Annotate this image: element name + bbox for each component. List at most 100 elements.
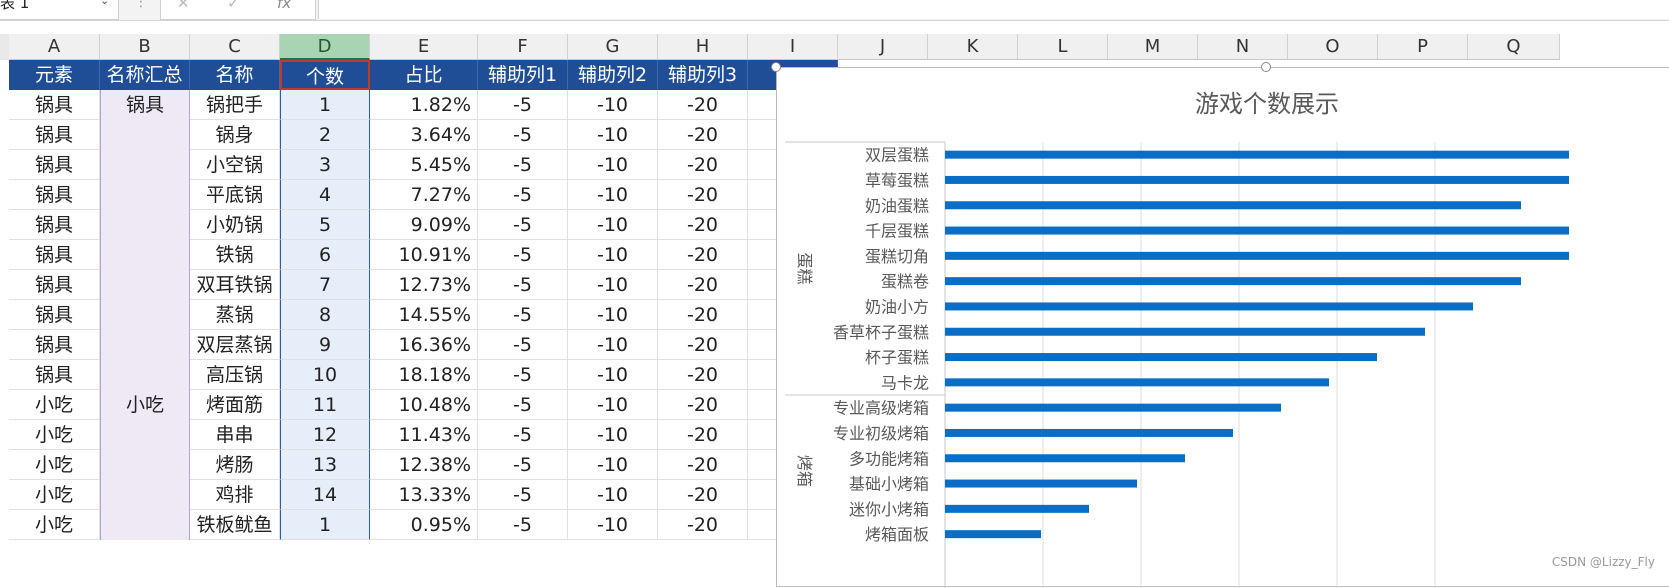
- cell[interactable]: -10: [568, 270, 658, 300]
- cell[interactable]: 锅具: [9, 270, 100, 300]
- cell[interactable]: [100, 300, 190, 330]
- cell[interactable]: -20: [658, 510, 748, 540]
- header-cell[interactable]: 辅助列3: [658, 60, 748, 90]
- cell[interactable]: -20: [658, 180, 748, 210]
- cell[interactable]: 1: [280, 90, 370, 120]
- cell[interactable]: 10.48%: [370, 390, 478, 420]
- cell[interactable]: 铁锅: [190, 240, 280, 270]
- cell[interactable]: 0.95%: [370, 510, 478, 540]
- cell[interactable]: [100, 210, 190, 240]
- cell[interactable]: 5: [280, 210, 370, 240]
- cell[interactable]: 蒸锅: [190, 300, 280, 330]
- cell[interactable]: -5: [478, 300, 568, 330]
- cell[interactable]: 锅具: [9, 180, 100, 210]
- cell[interactable]: 烤肠: [190, 450, 280, 480]
- cell[interactable]: -20: [658, 390, 748, 420]
- cell[interactable]: 6: [280, 240, 370, 270]
- cell[interactable]: [100, 420, 190, 450]
- cell[interactable]: -10: [568, 360, 658, 390]
- cell[interactable]: 锅把手: [190, 90, 280, 120]
- column-header-G[interactable]: G: [568, 34, 658, 60]
- cell[interactable]: -20: [658, 120, 748, 150]
- cell[interactable]: -10: [568, 120, 658, 150]
- header-cell[interactable]: 个数: [280, 60, 370, 90]
- header-cell[interactable]: 名称: [190, 60, 280, 90]
- resize-handle-top-left[interactable]: [771, 62, 781, 72]
- cell[interactable]: 锅具: [9, 240, 100, 270]
- cell[interactable]: 3: [280, 150, 370, 180]
- cell[interactable]: [100, 180, 190, 210]
- chevron-down-icon[interactable]: ⌄: [100, 0, 109, 8]
- column-header-D[interactable]: D: [280, 34, 370, 60]
- cell[interactable]: 烤面筋: [190, 390, 280, 420]
- cell[interactable]: -10: [568, 420, 658, 450]
- cell[interactable]: -10: [568, 390, 658, 420]
- cell[interactable]: -20: [658, 150, 748, 180]
- cell[interactable]: 串串: [190, 420, 280, 450]
- cell[interactable]: -10: [568, 90, 658, 120]
- cell[interactable]: 锅具: [9, 360, 100, 390]
- cell[interactable]: -20: [658, 270, 748, 300]
- header-cell[interactable]: 元素: [9, 60, 100, 90]
- cell[interactable]: 鸡排: [190, 480, 280, 510]
- cell[interactable]: -5: [478, 450, 568, 480]
- column-header-O[interactable]: O: [1288, 34, 1378, 60]
- cell[interactable]: -5: [478, 240, 568, 270]
- cell[interactable]: -20: [658, 240, 748, 270]
- cell[interactable]: 锅身: [190, 120, 280, 150]
- cell[interactable]: -5: [478, 180, 568, 210]
- cell[interactable]: -5: [478, 480, 568, 510]
- cell[interactable]: 锅具: [9, 210, 100, 240]
- column-header-A[interactable]: A: [9, 34, 100, 60]
- name-box[interactable]: 表 1 ⌄: [0, 0, 119, 20]
- cell[interactable]: -20: [658, 450, 748, 480]
- enter-icon[interactable]: ✓: [227, 0, 240, 12]
- cell[interactable]: 10.91%: [370, 240, 478, 270]
- cell[interactable]: -20: [658, 330, 748, 360]
- cell[interactable]: -20: [658, 300, 748, 330]
- cell[interactable]: 11.43%: [370, 420, 478, 450]
- cell[interactable]: 锅具: [9, 330, 100, 360]
- cell[interactable]: 小吃: [9, 510, 100, 540]
- cell[interactable]: 锅具: [9, 150, 100, 180]
- cell[interactable]: 高压锅: [190, 360, 280, 390]
- cell[interactable]: -20: [658, 90, 748, 120]
- cell[interactable]: [100, 270, 190, 300]
- column-header-J[interactable]: J: [838, 34, 928, 60]
- cell[interactable]: 14: [280, 480, 370, 510]
- column-header-N[interactable]: N: [1198, 34, 1288, 60]
- cell[interactable]: 小奶锅: [190, 210, 280, 240]
- cell[interactable]: -20: [658, 420, 748, 450]
- cell[interactable]: -5: [478, 90, 568, 120]
- cell[interactable]: [100, 240, 190, 270]
- column-header-C[interactable]: C: [190, 34, 280, 60]
- cell[interactable]: 8: [280, 300, 370, 330]
- column-header-L[interactable]: L: [1018, 34, 1108, 60]
- cell[interactable]: [100, 360, 190, 390]
- cell[interactable]: -5: [478, 510, 568, 540]
- cell[interactable]: 5.45%: [370, 150, 478, 180]
- column-header-H[interactable]: H: [658, 34, 748, 60]
- cell[interactable]: 16.36%: [370, 330, 478, 360]
- cell[interactable]: 10: [280, 360, 370, 390]
- cell[interactable]: 12.73%: [370, 270, 478, 300]
- cell[interactable]: 小吃: [9, 420, 100, 450]
- cell[interactable]: [100, 120, 190, 150]
- cell[interactable]: 小吃: [100, 390, 190, 420]
- fx-icon[interactable]: fx: [277, 0, 291, 12]
- cell[interactable]: 锅具: [100, 90, 190, 120]
- cell[interactable]: 小空锅: [190, 150, 280, 180]
- chart-object[interactable]: 游戏个数展示 蛋糕 烤箱 双层蛋糕 草莓蛋糕 奶油蛋糕 千层蛋糕 蛋糕切角 蛋糕卷 奶油小方 香草…: [776, 67, 1669, 588]
- cancel-icon[interactable]: ✕: [177, 0, 190, 12]
- cell[interactable]: -10: [568, 450, 658, 480]
- cell[interactable]: 9.09%: [370, 210, 478, 240]
- cell[interactable]: 7.27%: [370, 180, 478, 210]
- cell[interactable]: [100, 480, 190, 510]
- column-header-B[interactable]: B: [100, 34, 190, 60]
- cell[interactable]: 锅具: [9, 90, 100, 120]
- cell[interactable]: 9: [280, 330, 370, 360]
- cell[interactable]: 13.33%: [370, 480, 478, 510]
- column-header-Q[interactable]: Q: [1468, 34, 1560, 60]
- cell[interactable]: -10: [568, 330, 658, 360]
- cell[interactable]: -5: [478, 270, 568, 300]
